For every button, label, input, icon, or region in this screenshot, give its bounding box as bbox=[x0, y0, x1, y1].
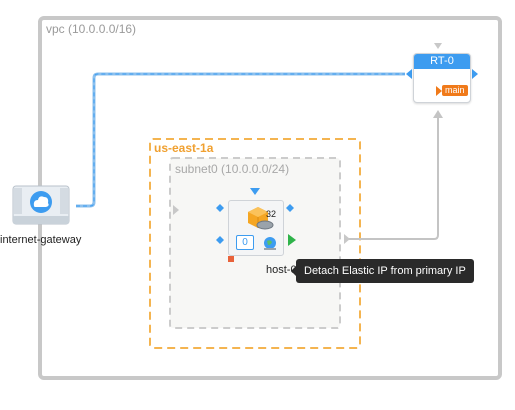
subnet-label: subnet0 (10.0.0.0/24) bbox=[175, 162, 290, 176]
route-table-title: RT-0 bbox=[414, 54, 470, 69]
subnet-out-port-icon[interactable] bbox=[344, 234, 350, 244]
route-table-node[interactable]: RT-0 main bbox=[413, 53, 471, 103]
internet-gateway-label: internet-gateway bbox=[0, 234, 82, 246]
az-label: us-east-1a bbox=[154, 141, 214, 155]
vpc-label: vpc (10.0.0.0/16) bbox=[46, 22, 137, 36]
tooltip: Detach Elastic IP from primary IP bbox=[291, 259, 474, 283]
subnet-rt-connection[interactable] bbox=[348, 116, 439, 240]
main-badge: main bbox=[442, 85, 468, 96]
internet-gateway-icon[interactable] bbox=[12, 185, 70, 225]
arrow-left-icon[interactable] bbox=[406, 69, 412, 79]
globe-icon[interactable] bbox=[262, 235, 278, 251]
volume-count[interactable]: 0 bbox=[236, 235, 254, 250]
instance-count: 32 bbox=[266, 209, 277, 219]
disk-icon bbox=[256, 220, 274, 230]
arrow-up-icon bbox=[433, 110, 443, 118]
status-marker bbox=[228, 256, 234, 262]
arrow-down-icon bbox=[434, 43, 442, 49]
arrow-right-icon[interactable] bbox=[472, 69, 478, 79]
